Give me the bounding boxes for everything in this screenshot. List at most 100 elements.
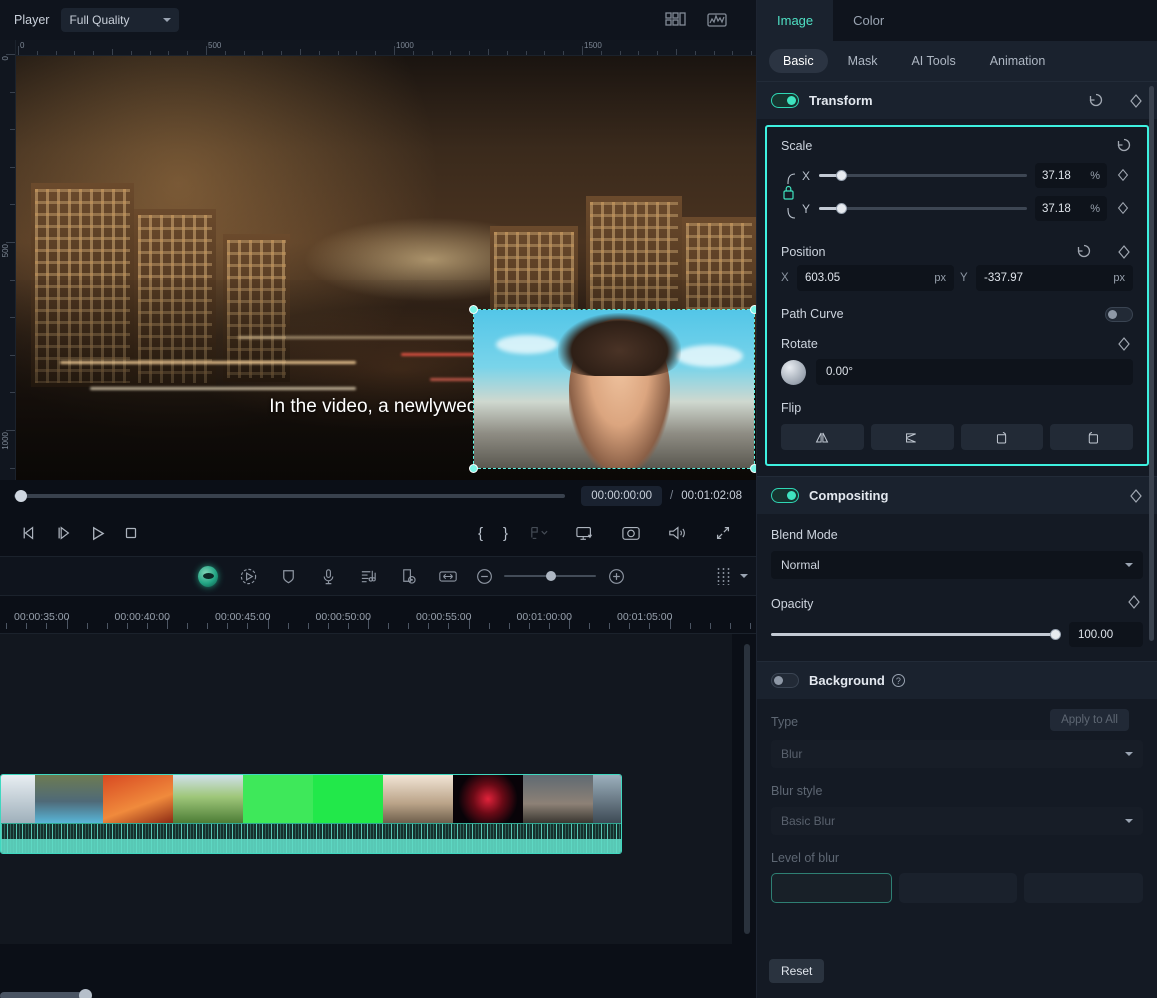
step-forward-button[interactable]	[48, 520, 78, 546]
scale-x-slider[interactable]	[819, 170, 1027, 181]
quality-value: Full Quality	[69, 13, 130, 27]
ruler-tick	[10, 91, 15, 93]
tab-basic[interactable]: Basic	[769, 49, 828, 73]
tab-mask[interactable]: Mask	[834, 49, 892, 73]
quality-select[interactable]: Full Quality	[61, 8, 180, 32]
scale-y-slider[interactable]	[819, 203, 1027, 214]
record-voiceover-icon[interactable]	[238, 566, 258, 586]
position-y-field[interactable]: -337.97 px	[976, 265, 1133, 291]
opacity-value-field[interactable]: 100.00	[1069, 622, 1143, 647]
stop-button[interactable]	[116, 520, 146, 546]
view-options-caret-icon[interactable]	[740, 574, 748, 578]
transform-toggle[interactable]	[771, 93, 799, 108]
video-clip[interactable]	[0, 774, 622, 854]
rotate-cw-button[interactable]	[960, 424, 1044, 450]
timeline-ruler-tick	[388, 623, 390, 629]
path-curve-toggle[interactable]	[1105, 306, 1133, 322]
position-keyframe-icon[interactable]	[1115, 243, 1133, 261]
flip-vertical-button[interactable]	[870, 424, 954, 450]
compositing-keyframe-icon[interactable]	[1127, 487, 1145, 505]
tab-animation[interactable]: Animation	[976, 49, 1060, 73]
rotate-dial[interactable]	[781, 359, 806, 385]
transform-reset-icon[interactable]	[1087, 92, 1105, 110]
opacity-keyframe-icon[interactable]	[1125, 593, 1143, 611]
scale-y-keyframe-icon[interactable]	[1115, 200, 1133, 218]
volume-icon[interactable]	[662, 520, 692, 546]
reset-button[interactable]: Reset	[769, 959, 825, 983]
resize-handle-bottom-left[interactable]	[469, 464, 478, 473]
audio-mixer-icon[interactable]	[358, 566, 378, 586]
background-toggle[interactable]	[771, 673, 799, 688]
mark-out-button[interactable]: }	[499, 525, 512, 542]
transform-keyframe-icon[interactable]	[1127, 92, 1145, 110]
player-header-icons	[664, 10, 728, 30]
waveform-scope-icon[interactable]	[706, 10, 728, 30]
current-timecode[interactable]: 00:00:00:00	[581, 486, 663, 506]
background-type-value: Blur	[781, 747, 803, 761]
video-preview[interactable]: In the video, a newlywed co	[16, 56, 756, 480]
background-type-select[interactable]: Blur	[771, 740, 1143, 768]
scale-link-lock[interactable]	[781, 168, 801, 224]
zoom-in-icon[interactable]	[606, 566, 626, 586]
step-backward-button[interactable]	[14, 520, 44, 546]
tab-ai-tools[interactable]: AI Tools	[897, 49, 969, 73]
apply-to-all-button[interactable]: Apply to All	[1050, 709, 1129, 731]
background-section-header: Background ?	[757, 661, 1157, 699]
position-y-unit: px	[1113, 272, 1125, 284]
play-button[interactable]	[82, 520, 112, 546]
fit-width-icon[interactable]	[438, 566, 458, 586]
resize-handle-top-left[interactable]	[469, 305, 478, 314]
blur-style-select[interactable]: Basic Blur	[771, 807, 1143, 835]
opacity-slider[interactable]	[771, 629, 1061, 640]
mark-in-button[interactable]: {	[474, 525, 487, 542]
scale-x-value-field[interactable]: 37.18 %	[1035, 163, 1107, 188]
ruler-tick	[582, 46, 583, 55]
timeline-grid-icon[interactable]	[716, 567, 732, 585]
zoom-out-icon[interactable]	[474, 566, 494, 586]
markers-dropdown[interactable]	[524, 520, 554, 546]
timeline-zoom-slider[interactable]	[504, 571, 596, 581]
position-x-field[interactable]: 603.05 px	[797, 265, 954, 291]
crop-detect-icon[interactable]	[398, 566, 418, 586]
timeline-scrollbar-knob[interactable]	[79, 989, 92, 998]
timeline-ruler-tick	[649, 623, 651, 629]
ruler-tick	[412, 51, 414, 55]
flip-horizontal-button[interactable]	[781, 424, 864, 450]
pip-overlay-clip[interactable]	[469, 305, 756, 473]
timeline-vertical-scrollbar[interactable]	[744, 644, 750, 934]
tab-image[interactable]: Image	[757, 0, 834, 41]
panel-vertical-scrollbar[interactable]	[1149, 86, 1154, 641]
ruler-tick	[10, 354, 15, 356]
blur-level-2[interactable]	[898, 873, 1018, 903]
rotate-value-field[interactable]: 0.00°	[816, 359, 1133, 385]
blur-level-3[interactable]	[1024, 873, 1144, 903]
tab-color-label: Color	[853, 13, 885, 28]
ruler-label: 500	[1, 244, 10, 258]
ruler-tick	[149, 51, 151, 55]
track-lane[interactable]	[0, 634, 732, 944]
mask-shield-icon[interactable]	[278, 566, 298, 586]
display-mode-button[interactable]	[570, 520, 600, 546]
microphone-icon[interactable]	[318, 566, 338, 586]
background-help-icon[interactable]: ?	[891, 674, 905, 687]
position-reset-icon[interactable]	[1075, 243, 1093, 261]
rotate-keyframe-icon[interactable]	[1115, 335, 1133, 353]
layout-grid-icon[interactable]	[664, 10, 686, 30]
fullscreen-icon[interactable]	[708, 520, 738, 546]
blend-mode-select[interactable]: Normal	[771, 551, 1143, 579]
blur-level-1[interactable]	[771, 873, 892, 903]
compositing-toggle[interactable]	[771, 488, 799, 503]
scale-y-value-field[interactable]: 37.18 %	[1035, 196, 1107, 221]
rotate-ccw-button[interactable]	[1050, 424, 1133, 450]
timeline-horizontal-scrollbar[interactable]	[0, 992, 90, 998]
tab-color[interactable]: Color	[833, 0, 904, 41]
ruler-tick	[506, 51, 508, 55]
timeline-ruler[interactable]: 00:00:35:00 00:00:40:00 00:00:45:00 00:00:5…	[0, 600, 756, 634]
progress-knob[interactable]	[15, 490, 27, 502]
scale-reset-icon[interactable]	[1115, 137, 1133, 155]
scale-x-keyframe-icon[interactable]	[1115, 167, 1133, 185]
progress-slider[interactable]	[14, 490, 566, 502]
ai-assistant-icon[interactable]	[198, 565, 218, 587]
snapshot-camera-icon[interactable]	[616, 520, 646, 546]
ruler-tick	[10, 317, 15, 319]
